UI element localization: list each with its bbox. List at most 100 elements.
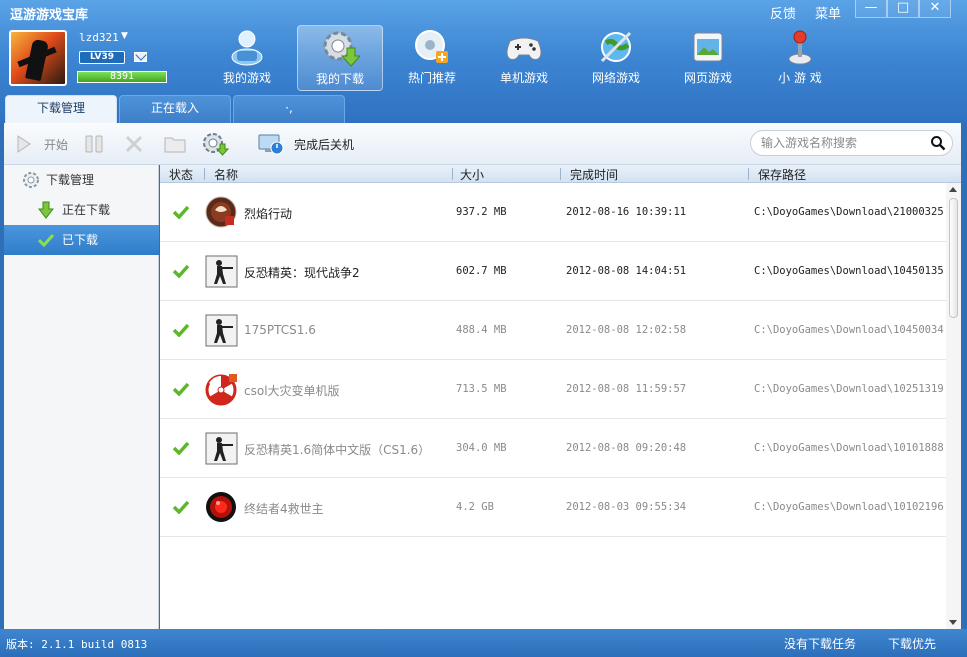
nav-mini-games[interactable]: 小 游 戏 [757,25,843,91]
game-name: 反恐精英1.6简体中文版（CS1.6） [244,443,431,457]
menu-link[interactable]: 菜单 [815,3,841,22]
my-downloads-icon [323,31,360,67]
game-size: 304.0 MB [456,442,507,454]
check-icon [172,323,190,337]
nav-online-games[interactable]: 网络游戏 [573,25,659,91]
nav-label: 网络游戏 [591,71,640,85]
game-name: 反恐精英：现代战争2 [244,266,360,280]
column-divider[interactable] [204,168,205,180]
check-icon [38,233,54,247]
delete-button[interactable] [124,123,144,165]
gear-download-icon [203,133,230,156]
sidebar-item-downloaded[interactable]: 已下载 [4,225,159,255]
sidebar-item-downloading[interactable]: 正在下载 [4,195,159,225]
scroll-down-arrow-icon[interactable] [949,620,957,625]
app-title: 逗游游戏宝库 [10,8,89,23]
complete-time: 2012-08-16 10:39:11 [566,206,687,218]
joystick-icon [788,30,812,65]
scroll-up-arrow-icon[interactable] [949,187,957,192]
check-icon [172,441,190,455]
column-name[interactable]: 名称 [214,166,238,183]
nav-label: 单机游戏 [499,71,548,85]
no-task-text: 没有下载任务 [784,637,857,651]
maximize-button[interactable]: □ [887,0,919,18]
column-divider[interactable] [452,168,453,180]
column-divider[interactable] [748,168,749,180]
folder-icon [164,137,186,153]
nav-web-games[interactable]: 网页游戏 [665,25,751,91]
sidebar-item-label: 正在下载 [62,203,111,217]
username[interactable]: lzd321 [79,31,119,44]
tab-extra[interactable]: ·, [233,95,345,123]
download-settings-button[interactable] [202,123,230,165]
download-priority-button[interactable]: 下载优先 [888,635,936,652]
game-size: 937.2 MB [456,206,507,218]
gamepad-icon [506,37,542,60]
window-controls: — □ ✕ [855,0,951,18]
play-icon [17,135,31,153]
downloads-table: 状态 名称 大小 完成时间 保存路径 烈焰行动 937.2 MB 2012-08… [160,165,961,629]
nav-hot-recommend[interactable]: 热门推荐 [389,25,475,91]
nav-my-games[interactable]: 我的游戏 [204,25,290,91]
version-text: 版本: 2.1.1 build 0813 [6,638,148,651]
minimize-button[interactable]: — [855,0,887,18]
nav-my-downloads[interactable]: 我的下载 [297,25,383,91]
table-row[interactable]: 反恐精英：现代战争2 602.7 MB 2012-08-08 14:04:51 … [160,242,946,301]
sidebar-item-download-manager[interactable]: 下载管理 [4,165,159,195]
sidebar-item-label: 下载管理 [46,173,95,187]
check-icon [172,205,190,219]
table-row[interactable]: csol大灾变单机版 713.5 MB 2012-08-08 11:59:57 … [160,360,946,419]
feedback-link[interactable]: 反馈 [770,3,796,22]
game-size: 713.5 MB [456,383,507,395]
tab-download-manager[interactable]: 下载管理 [5,95,117,123]
game-name: 175PTCS1.6 [244,323,316,337]
pause-icon [85,135,103,153]
terminator-eye-icon [206,492,236,522]
search-input[interactable] [761,135,923,151]
nav-label: 我的下载 [315,72,364,86]
start-button[interactable]: 开始 [16,123,68,165]
mail-icon[interactable] [134,52,147,62]
counter-strike-icon [205,255,238,288]
table-row[interactable]: 终结者4救世主 4.2 GB 2012-08-03 09:55:34 C:\Do… [160,478,946,537]
column-complete-time[interactable]: 完成时间 [570,166,618,183]
vertical-scrollbar[interactable] [946,183,961,629]
pause-button[interactable] [84,123,104,165]
nav-label: 热门推荐 [407,71,456,85]
shutdown-after-label: 完成后关机 [294,137,355,152]
scrollbar-thumb[interactable] [949,198,958,318]
game-name: csol大灾变单机版 [244,384,340,398]
start-label: 开始 [44,137,69,152]
column-save-path[interactable]: 保存路径 [758,166,806,183]
column-divider[interactable] [560,168,561,180]
nav-single-games[interactable]: 单机游戏 [481,25,567,91]
table-row[interactable]: 烈焰行动 937.2 MB 2012-08-16 10:39:11 C:\Doy… [160,183,946,242]
column-size[interactable]: 大小 [460,166,484,183]
table-row[interactable]: 反恐精英1.6简体中文版（CS1.6） 304.0 MB 2012-08-08 … [160,419,946,478]
nav-label: 网页游戏 [683,71,732,85]
monitor-power-icon [258,134,284,155]
my-games-icon [231,30,263,66]
hot-recommend-icon [415,30,448,63]
sidebar-item-label: 已下载 [62,233,99,247]
save-path: C:\DoyoGames\Download\10450135 [754,265,944,277]
experience-bar: 8391 [77,71,167,83]
open-folder-button[interactable] [164,123,186,165]
shutdown-after-complete-button[interactable]: 完成后关机 [258,123,354,165]
tab-loading[interactable]: 正在载入 [119,95,231,123]
column-status[interactable]: 状态 [169,166,193,183]
save-path: C:\DoyoGames\Download\21000325 [754,206,944,218]
sidebar: 下载管理 正在下载 已下载 [4,165,159,629]
close-button[interactable]: ✕ [919,0,951,18]
game-size: 488.4 MB [456,324,507,336]
save-path: C:\DoyoGames\Download\10450034 [754,324,944,336]
table-row[interactable]: 175PTCS1.6 488.4 MB 2012-08-08 12:02:58 … [160,301,946,360]
nav-label: 小 游 戏 [778,71,822,85]
user-dropdown-icon[interactable]: ▼ [121,31,128,41]
complete-time: 2012-08-08 09:20:48 [566,442,687,454]
search-icon[interactable] [930,135,946,151]
complete-time: 2012-08-03 09:55:34 [566,501,687,513]
complete-time: 2012-08-08 11:59:57 [566,383,687,395]
save-path: C:\DoyoGames\Download\10101888 [754,442,944,454]
avatar[interactable] [9,30,67,86]
